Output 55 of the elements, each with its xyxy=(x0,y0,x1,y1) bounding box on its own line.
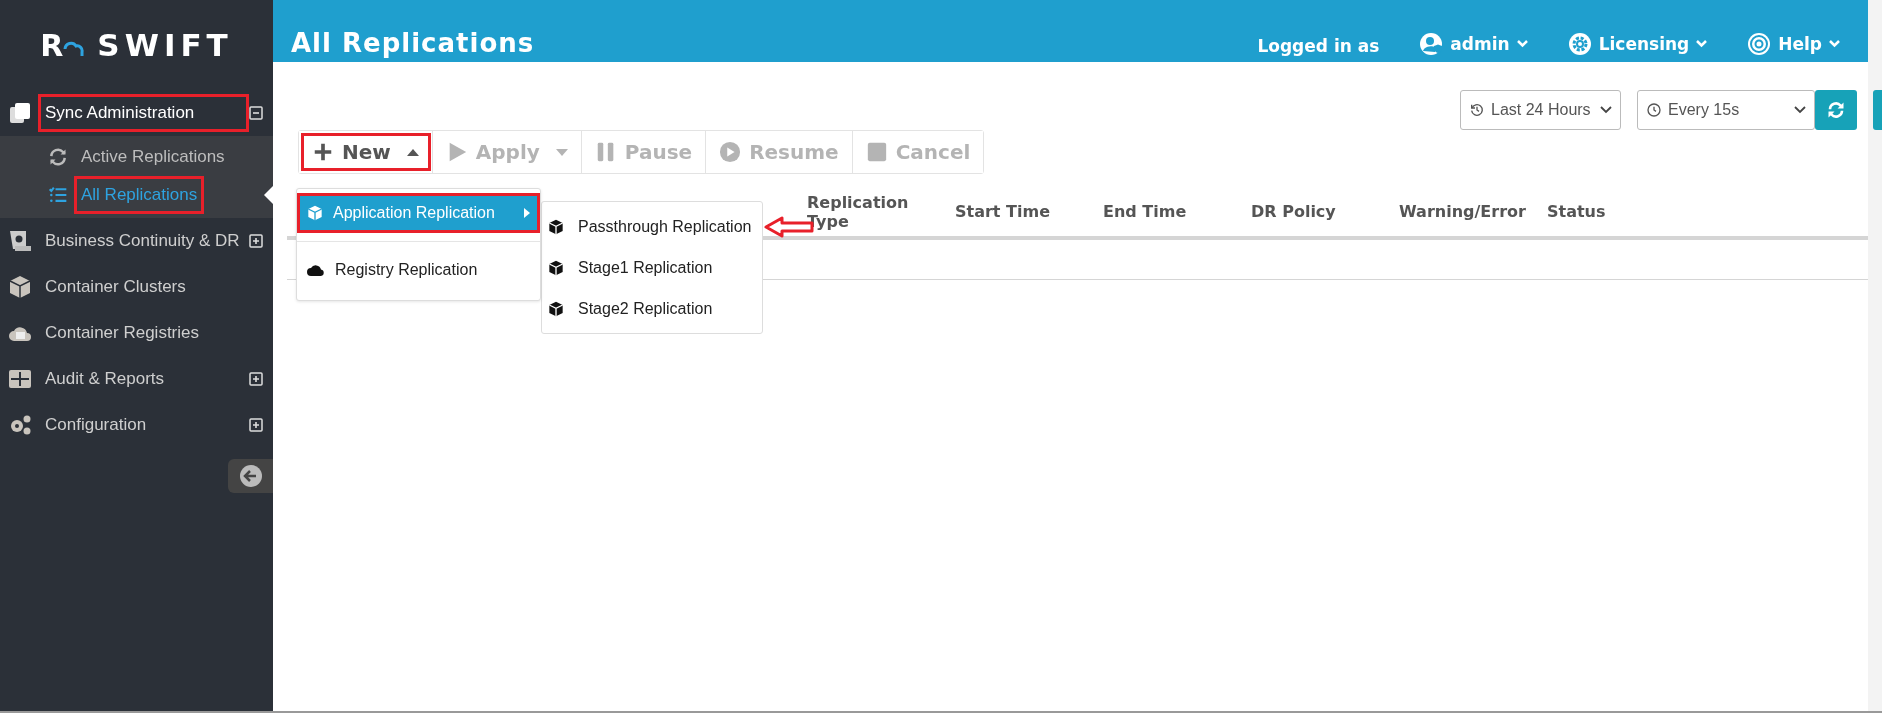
chevron-icon xyxy=(1600,106,1612,114)
sidebar-subitem[interactable]: All Replications xyxy=(74,176,205,214)
stop-icon xyxy=(865,141,888,163)
sidebar-item[interactable]: Configuration xyxy=(38,406,249,444)
table-icon xyxy=(8,367,32,391)
caret-right-icon xyxy=(524,208,530,218)
cube-icon xyxy=(548,300,564,317)
sidebar-item[interactable]: Container Clusters xyxy=(38,268,263,306)
plus-icon xyxy=(312,141,334,163)
time-select[interactable]: Every 15s xyxy=(1637,90,1815,130)
logo-mark: R xyxy=(40,27,86,63)
column-header: Warning/Error xyxy=(1399,202,1527,222)
column-header: Replication Type xyxy=(807,192,910,232)
page-title: All Replications xyxy=(291,28,536,58)
chevron-icon xyxy=(1829,40,1840,48)
cube-icon xyxy=(8,275,32,299)
logo-name: SWIFT xyxy=(97,27,233,63)
play-circle-icon xyxy=(719,141,742,163)
cube-icon xyxy=(548,259,564,276)
refresh-button[interactable] xyxy=(1815,90,1857,130)
gears-icon xyxy=(8,413,32,437)
help-icon xyxy=(1747,32,1772,56)
sidebar-item[interactable]: Audit & Reports xyxy=(38,360,249,398)
cube-icon xyxy=(307,205,323,221)
login-label: Logged in as xyxy=(1257,36,1380,58)
cloud-icon xyxy=(307,263,325,277)
toolbar-button[interactable]: New xyxy=(299,131,433,173)
collapse-sidebar-button[interactable] xyxy=(228,459,273,493)
sidebar-item[interactable]: Business Continuity & DR xyxy=(38,222,249,260)
checklist-icon xyxy=(48,185,68,205)
user-icon xyxy=(1419,32,1444,56)
column-header: Start Time xyxy=(955,202,1051,222)
sidebar-item[interactable]: Container Registries xyxy=(38,314,263,352)
refresh-icon xyxy=(1827,101,1845,119)
cube-icon xyxy=(548,218,564,235)
gear-icon xyxy=(1567,32,1592,56)
column-header: End Time xyxy=(1103,202,1188,222)
clock-icon xyxy=(1646,102,1662,118)
scroll-icon xyxy=(8,229,32,253)
time-select[interactable]: Last 24 Hours xyxy=(1460,90,1621,130)
chevron-icon xyxy=(1794,106,1806,114)
chevron-icon xyxy=(1696,40,1708,48)
expand-icon[interactable] xyxy=(249,234,263,248)
sidebar-item[interactable]: Sync Administration xyxy=(38,94,249,132)
sync-icon xyxy=(48,147,68,167)
sidebar-subitem[interactable]: Active Replications xyxy=(74,138,232,176)
expand-icon[interactable] xyxy=(249,372,263,386)
collapse-icon[interactable] xyxy=(249,106,263,120)
history-icon xyxy=(1469,102,1485,118)
column-header: DR Policy xyxy=(1251,202,1337,222)
pages-icon xyxy=(8,101,32,125)
menu-item[interactable]: Registry Replication xyxy=(297,250,540,290)
column-header: Status xyxy=(1547,202,1607,222)
expand-icon[interactable] xyxy=(249,418,263,432)
chevron-icon xyxy=(1516,40,1528,48)
